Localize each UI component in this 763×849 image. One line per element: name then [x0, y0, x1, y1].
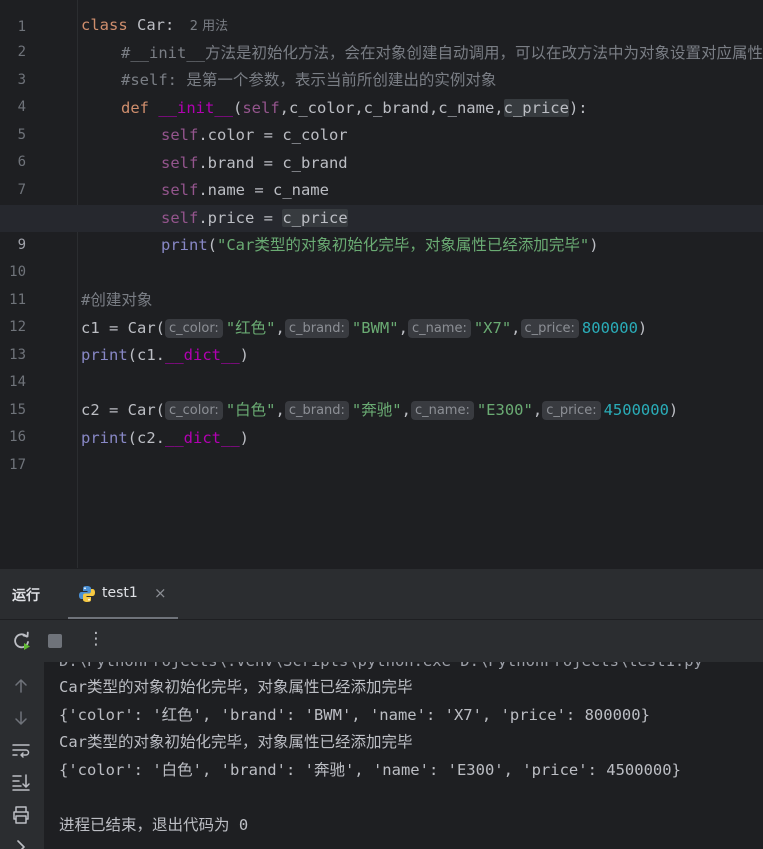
- comment: #__init__方法是初始化方法，会在对象创建自动调用，可以在改方法中为对象设…: [121, 44, 763, 62]
- keyword-class: class: [81, 16, 128, 34]
- console-output[interactable]: D:\PythonProjects\.venv\Scripts\python.e…: [44, 662, 763, 849]
- console-line: {'color': '白色', 'brand': '奔驰', 'name': '…: [59, 761, 681, 779]
- params: ,c_color,c_brand,c_name,: [279, 99, 504, 117]
- code-line-17[interactable]: 17 print(c2.__dict__): [0, 425, 763, 473]
- tab-label: test1: [102, 585, 138, 601]
- code-text: self.brand = c_brand: [161, 154, 348, 172]
- scroll-up-icon[interactable]: [11, 676, 31, 696]
- code-line-15[interactable]: 15: [0, 370, 763, 418]
- code-text: self.name = c_name: [161, 181, 329, 199]
- soft-wrap-icon[interactable]: [11, 740, 31, 760]
- code-editor[interactable]: 1 2 class Car: 2 用法 3 #__init__方法是初始化方法，…: [0, 0, 763, 568]
- console-exit-line: 进程已结束，退出代码为 0: [59, 816, 249, 834]
- chevron-right-icon[interactable]: [11, 837, 31, 849]
- code-text: c1 = Car(c_color: "红色", c_brand: "BWM", c_na…: [81, 319, 648, 338]
- param-hint: c_brand:: [284, 319, 349, 338]
- console-line: Car类型的对象初始化完毕，对象属性已经添加完毕: [59, 733, 413, 751]
- param-hint: c_name:: [410, 401, 474, 420]
- code-text: print(c1.__dict__): [81, 346, 249, 364]
- param-hint: c_price:: [520, 319, 579, 338]
- ide-window: 1 2 class Car: 2 用法 3 #__init__方法是初始化方法，…: [0, 0, 763, 849]
- code-line-7[interactable]: 7 self.brand = c_brand: [0, 150, 763, 198]
- code-line-8[interactable]: 8 self.name = c_name: [0, 177, 763, 225]
- code-text: #__init__方法是初始化方法，会在对象创建自动调用，可以在改方法中为对象设…: [121, 40, 763, 67]
- run-panel-title: 运行: [12, 588, 40, 604]
- scroll-down-icon[interactable]: [11, 708, 31, 728]
- run-tool-window-header: 运行 test1 ×: [0, 568, 763, 619]
- param-hint: c_color:: [165, 401, 223, 420]
- rerun-icon[interactable]: [11, 630, 33, 652]
- stop-icon[interactable]: [44, 630, 66, 652]
- self-param: self: [242, 99, 280, 117]
- console-line: {'color': '红色', 'brand': 'BWM', 'name': …: [59, 706, 650, 724]
- print-icon[interactable]: [11, 805, 31, 825]
- close-icon[interactable]: ×: [154, 584, 167, 602]
- more-icon[interactable]: ⋮: [85, 629, 107, 651]
- code-line-11[interactable]: 11: [0, 260, 763, 308]
- comment: #self: 是第一个参数，表示当前所创建出的实例对象: [121, 71, 497, 89]
- code-line-14[interactable]: 14 print(c1.__dict__): [0, 342, 763, 390]
- keyword-def: def: [121, 99, 149, 117]
- string-literal: "Car类型的对象初始化完毕，对象属性已经添加完毕": [217, 236, 590, 254]
- comment: #创建对象: [81, 291, 153, 309]
- code-text: self.price = c_price: [161, 209, 348, 227]
- console-line: Car类型的对象初始化完毕，对象属性已经添加完毕: [59, 678, 413, 696]
- code-text: self.color = c_color: [161, 126, 348, 144]
- code-text: class Car: 2 用法: [81, 12, 228, 40]
- python-file-icon: [79, 586, 95, 602]
- code-text: print("Car类型的对象初始化完毕，对象属性已经添加完毕"): [161, 236, 599, 254]
- print-call: print: [161, 236, 208, 254]
- code-text: c2 = Car(c_color: "白色", c_brand: "奔驰", c_nam…: [81, 401, 679, 420]
- code-text: def __init__(self,c_color,c_brand,c_name…: [121, 99, 588, 117]
- param-hint: c_brand:: [284, 401, 349, 420]
- line-number: 17: [9, 457, 26, 473]
- usages-hint[interactable]: 2 用法: [190, 19, 228, 34]
- code-line-10[interactable]: 10 print("Car类型的对象初始化完毕，对象属性已经添加完毕"): [0, 232, 763, 280]
- scroll-to-end-icon[interactable]: [11, 772, 31, 792]
- code-text: #创建对象: [81, 287, 152, 314]
- code-line-2[interactable]: 2 class Car: 2 用法: [0, 12, 763, 60]
- param-hint: c_color:: [165, 319, 223, 338]
- param-hint: c_price:: [542, 401, 601, 420]
- method-name: __init__: [158, 99, 233, 117]
- run-toolbar: ⋮: [0, 619, 763, 663]
- code-line-6[interactable]: 6 self.color = c_color: [0, 122, 763, 170]
- code-text: print(c2.__dict__): [81, 429, 249, 447]
- highlighted-param: c_price: [503, 99, 569, 117]
- code-line-9[interactable]: 9 self.price = c_price: [0, 205, 763, 253]
- code-line-4[interactable]: 4 #self: 是第一个参数，表示当前所创建出的实例对象: [0, 67, 763, 115]
- highlighted-variable: c_price: [282, 209, 348, 227]
- param-hint: c_name:: [407, 319, 471, 338]
- class-name: Car:: [137, 16, 175, 34]
- code-line-5[interactable]: 5 def __init__(self,c_color,c_brand,c_na…: [0, 95, 763, 143]
- code-line-3[interactable]: 3 #__init__方法是初始化方法，会在对象创建自动调用，可以在改方法中为对…: [0, 40, 763, 88]
- tab-test1[interactable]: test1 ×: [68, 569, 178, 619]
- code-line-12[interactable]: 12 #创建对象: [0, 287, 763, 335]
- run-side-toolbar: [0, 662, 44, 849]
- code-line-13[interactable]: 13 c1 = Car(c_color: "红色", c_brand: "BWM", c…: [0, 315, 763, 363]
- code-text: #self: 是第一个参数，表示当前所创建出的实例对象: [121, 67, 496, 94]
- code-line-16[interactable]: 16 c2 = Car(c_color: "白色", c_brand: "奔驰", c_…: [0, 397, 763, 445]
